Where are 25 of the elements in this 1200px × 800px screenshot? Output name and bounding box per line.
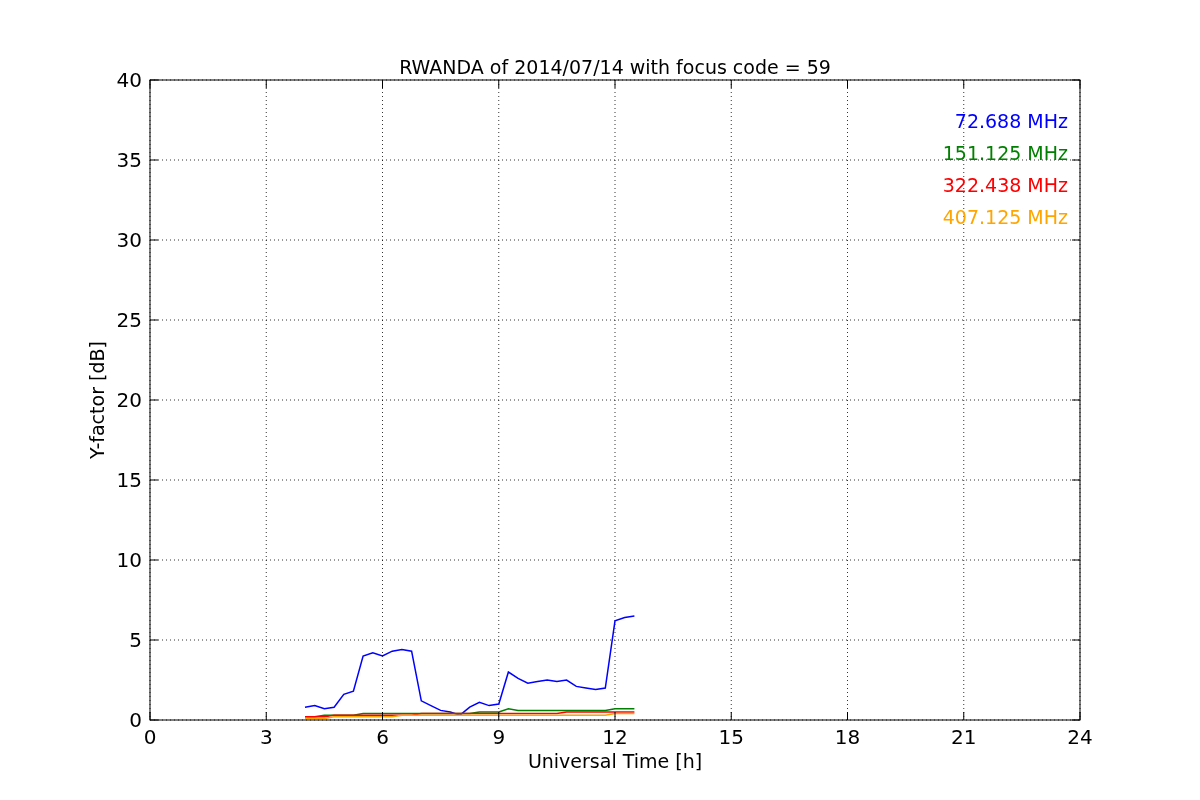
y-tick-label: 0 — [129, 708, 142, 732]
y-tick-label: 30 — [116, 228, 142, 252]
y-tick-label: 25 — [116, 308, 142, 332]
x-tick-label: 12 — [602, 725, 628, 749]
x-tick-label: 15 — [718, 725, 744, 749]
x-tick-label: 3 — [259, 725, 273, 749]
y-tick-label: 15 — [116, 468, 142, 492]
chart-title: RWANDA of 2014/07/14 with focus code = 59 — [399, 56, 831, 78]
x-tick-label: 0 — [143, 725, 157, 749]
legend-label: 322.438 MHz — [942, 174, 1068, 196]
x-tick-label: 6 — [376, 725, 389, 749]
legend-label: 151.125 MHz — [942, 142, 1068, 164]
x-tick-label: 24 — [1067, 725, 1093, 749]
y-tick-label: 20 — [116, 388, 142, 412]
x-tick-label: 21 — [951, 725, 977, 749]
x-axis-label: Universal Time [h] — [527, 750, 703, 772]
y-tick-label: 5 — [129, 628, 142, 652]
legend-label: 72.688 MHz — [954, 110, 1068, 132]
y-axis-label: Y-factor [dB] — [86, 341, 108, 459]
x-tick-label: 18 — [834, 725, 861, 749]
y-tick-label: 10 — [116, 548, 142, 572]
legend-label: 407.125 MHz — [942, 206, 1068, 228]
y-tick-label: 40 — [116, 68, 142, 92]
x-tick-label: 9 — [492, 725, 506, 749]
y-tick-label: 35 — [116, 148, 142, 172]
